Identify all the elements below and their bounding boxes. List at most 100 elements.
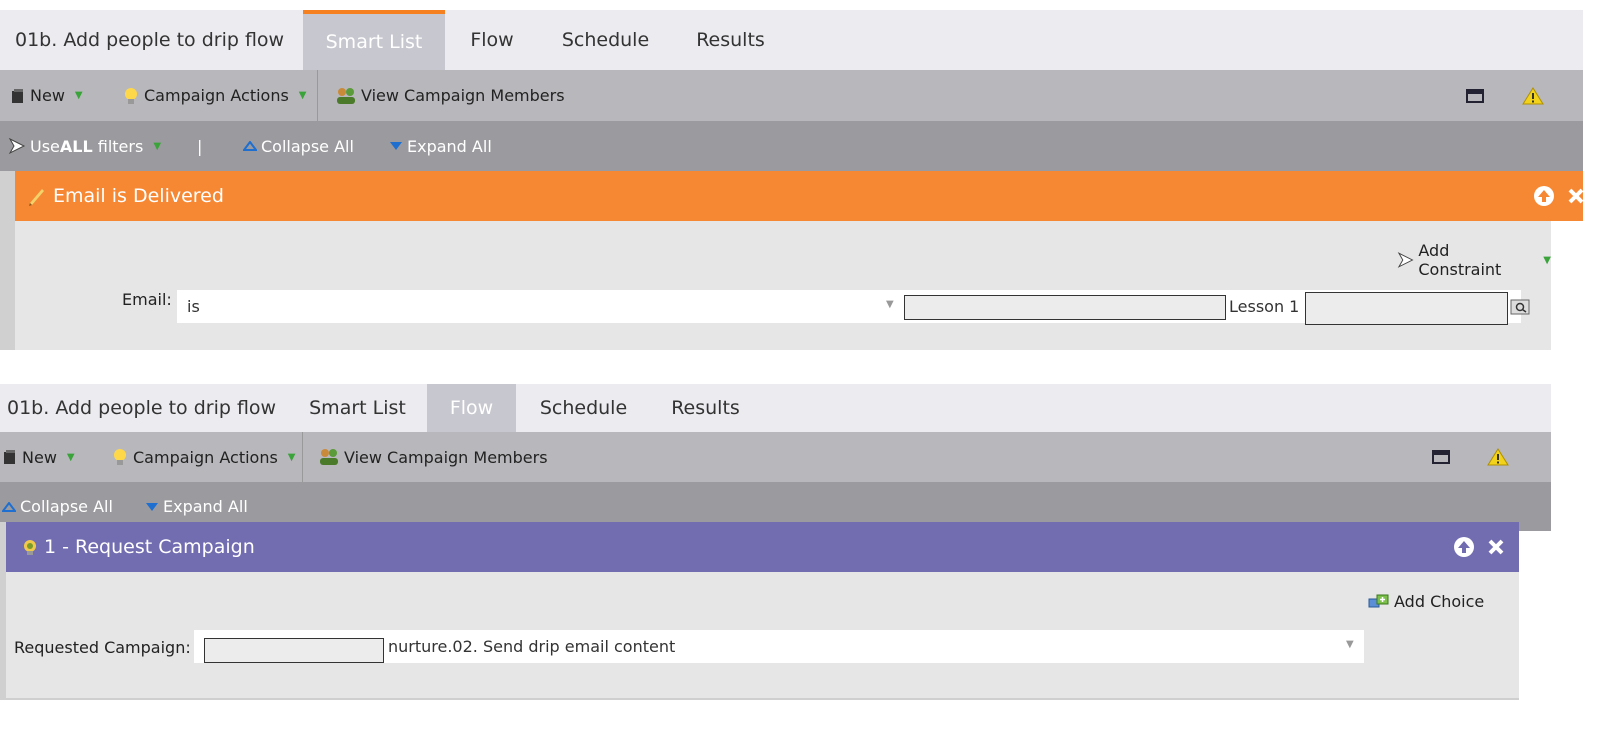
new-icon [12, 88, 23, 103]
use-all-filters-button[interactable]: Use ALL filters ▼ [8, 121, 161, 171]
tab-smart-list[interactable]: Smart List [303, 10, 445, 70]
use-all-label: ALL [59, 136, 93, 156]
email-value-field[interactable]: Lesson 1 [904, 290, 1521, 325]
view-campaign-members-button[interactable]: View Campaign Members [335, 70, 565, 121]
new-icon [4, 450, 15, 464]
flow-step-header-actions [1453, 522, 1505, 572]
smart-list-panel: 01b. Add people to drip flow Smart List … [0, 10, 1585, 356]
left-strip [0, 171, 15, 350]
campaign-actions-button[interactable]: Campaign Actions ▼ [111, 432, 296, 482]
filter-funnel-icon [8, 137, 26, 155]
requested-campaign-value: nurture.02. Send drip email content [388, 637, 676, 656]
window-button[interactable] [1466, 70, 1484, 121]
add-constraint-button[interactable]: Add Constraint ▼ [1397, 241, 1551, 279]
window-button[interactable] [1432, 432, 1450, 482]
operator-value: is [187, 297, 200, 316]
window-icon [1466, 88, 1484, 103]
tab-flow[interactable]: Flow [452, 10, 532, 70]
triangle-up-icon [2, 501, 16, 512]
move-up-icon[interactable] [1533, 185, 1555, 207]
chevron-down-icon: ▼ [298, 90, 307, 101]
tab-schedule[interactable]: Schedule [526, 384, 641, 432]
flow-step-body: Add Choice Requested Campaign: nurture.0… [6, 572, 1519, 700]
add-constraint-label: Add Constraint [1418, 241, 1502, 279]
toolbar-divider [302, 432, 303, 482]
email-filter-icon [29, 189, 44, 206]
flow-step-header[interactable]: 1 - Request Campaign [6, 522, 1519, 572]
redacted-area [204, 638, 384, 663]
campaign-actions-button[interactable]: Campaign Actions ▼ [122, 70, 307, 121]
lightbulb-icon [114, 449, 126, 465]
new-label: New [22, 447, 57, 467]
requested-campaign-select[interactable]: nurture.02. Send drip email content [194, 630, 1364, 663]
close-icon[interactable] [1567, 187, 1585, 205]
chevron-down-icon: ▼ [153, 140, 162, 152]
view-campaign-members-button[interactable]: View Campaign Members [318, 432, 548, 482]
chevron-down-icon: ▼ [1543, 254, 1551, 266]
lookup-icon[interactable] [1510, 299, 1530, 315]
filter-header[interactable]: Email is Delivered [15, 171, 1585, 221]
people-icon [320, 449, 338, 465]
filter-funnel-icon [1397, 252, 1414, 268]
triangle-up-icon [243, 141, 257, 151]
view-campaign-members-label: View Campaign Members [344, 447, 548, 467]
warning-icon [1487, 448, 1509, 466]
tab-bar: 01b. Add people to drip flow Smart List … [0, 10, 1583, 70]
filter-title: Email is Delivered [53, 185, 224, 207]
tab-flow[interactable]: Flow [427, 384, 516, 432]
add-choice-button[interactable]: Add Choice [1368, 592, 1484, 611]
collapse-all-label: Collapse All [20, 497, 113, 516]
new-label: New [30, 86, 65, 105]
new-menu-button[interactable]: New ▼ [10, 70, 83, 121]
request-campaign-icon [24, 540, 36, 555]
program-title: 01b. Add people to drip flow [7, 397, 277, 419]
chevron-down-icon: ▼ [287, 451, 296, 463]
expand-all-label: Expand All [163, 497, 248, 516]
redacted-area [1305, 292, 1508, 325]
expand-all-label: Expand All [407, 136, 492, 156]
collapse-all-label: Collapse All [261, 136, 354, 156]
program-title: 01b. Add people to drip flow [15, 29, 285, 51]
collapse-all-button[interactable]: Collapse All [243, 121, 354, 171]
tab-bar: 01b. Add people to drip flow Smart List … [0, 384, 1551, 432]
chevron-down-icon: ▼ [66, 451, 75, 463]
triangle-down-icon [390, 142, 402, 150]
use-label: Use [30, 136, 60, 156]
warning-icon [1522, 86, 1544, 104]
tab-results[interactable]: Results [683, 10, 778, 70]
tab-schedule[interactable]: Schedule [548, 10, 663, 70]
tab-smart-list[interactable]: Smart List [297, 384, 418, 432]
campaign-actions-label: Campaign Actions [133, 447, 278, 467]
close-icon[interactable] [1487, 538, 1505, 556]
tab-results[interactable]: Results [658, 384, 753, 432]
chevron-down-icon: ▼ [74, 90, 83, 101]
chevron-down-icon: ▼ [1346, 639, 1354, 650]
lightbulb-icon [125, 87, 137, 104]
flow-panel: 01b. Add people to drip flow Smart List … [0, 384, 1551, 720]
toolbar: New ▼ Campaign Actions ▼ View Campaign M… [0, 432, 1551, 482]
warning-button[interactable] [1487, 432, 1509, 482]
email-operator-select[interactable]: is [177, 290, 907, 323]
move-up-icon[interactable] [1453, 536, 1475, 558]
filter-body: Add Constraint ▼ Email: is ▼ Lesson 1 [15, 221, 1551, 350]
filterbar-separator: | [197, 136, 203, 156]
warning-button[interactable] [1522, 70, 1544, 121]
people-icon [337, 87, 355, 104]
filters-label: filters [92, 136, 144, 156]
chevron-down-icon: ▼ [886, 299, 894, 310]
email-value-text: Lesson 1 [1229, 297, 1300, 316]
campaign-actions-label: Campaign Actions [144, 86, 289, 105]
view-campaign-members-label: View Campaign Members [361, 86, 565, 105]
toolbar-divider [317, 70, 318, 121]
add-choice-icon [1368, 594, 1389, 607]
add-choice-label: Add Choice [1394, 592, 1485, 611]
toolbar: New ▼ Campaign Actions ▼ View Campaign M… [0, 70, 1583, 121]
email-field-label: Email: [122, 290, 172, 309]
flow-step-title: 1 - Request Campaign [44, 536, 255, 558]
filter-options-bar: Use ALL filters ▼ | Collapse All Expand … [0, 121, 1583, 171]
expand-all-button[interactable]: Expand All [389, 121, 492, 171]
triangle-down-icon [146, 502, 158, 511]
window-icon [1432, 450, 1450, 464]
new-menu-button[interactable]: New ▼ [2, 432, 75, 482]
requested-campaign-label: Requested Campaign: [14, 638, 191, 657]
